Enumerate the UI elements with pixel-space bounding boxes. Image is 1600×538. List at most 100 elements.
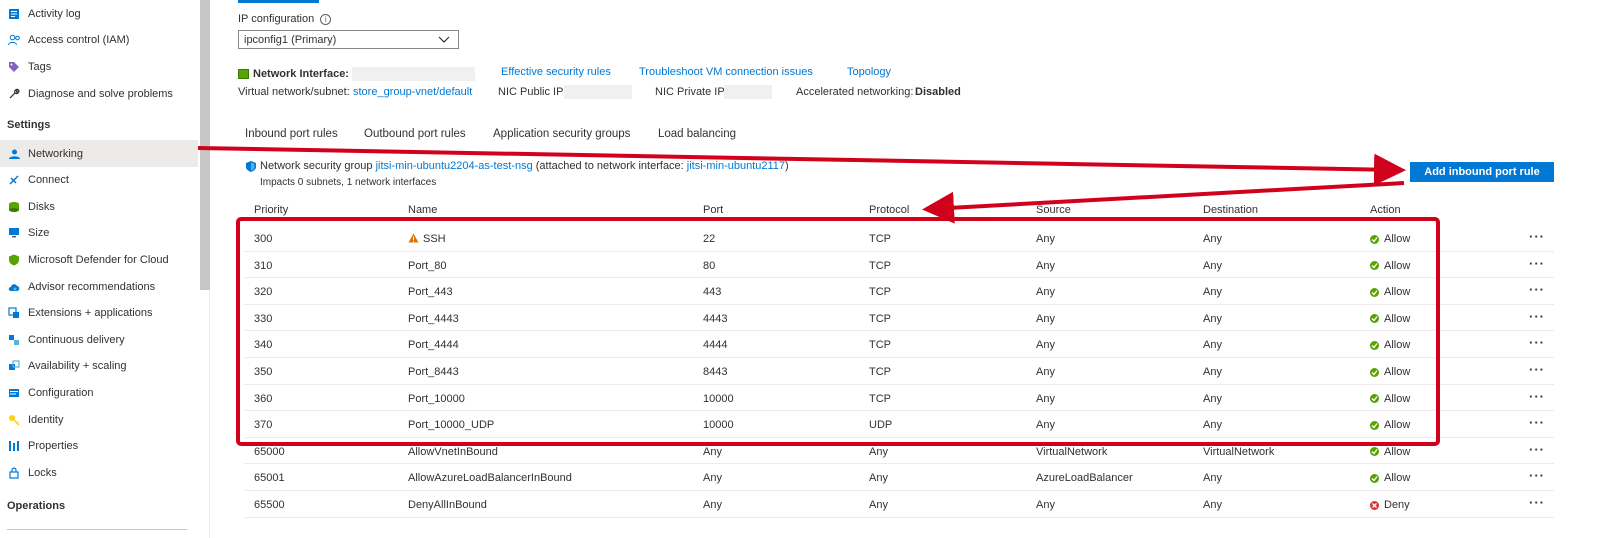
allow-check-icon — [1370, 340, 1379, 350]
cell-action-text: Deny — [1384, 499, 1410, 511]
sidebar-item-extensions-applications[interactable]: Extensions + applications — [0, 300, 198, 327]
sidebar-item-availability-scaling[interactable]: Availability + scaling — [0, 353, 198, 380]
table-row[interactable]: 350 Port_8443 8443 TCP Any Any Allow ··· — [244, 358, 1554, 385]
cell-action-text: Allow — [1384, 366, 1411, 378]
cell-port: Any — [703, 499, 722, 511]
table-row[interactable]: 65000 AllowVnetInBound Any Any VirtualNetwor… — [244, 438, 1554, 465]
cell-destination-text: Any — [1203, 339, 1222, 352]
lock-icon — [7, 466, 21, 480]
sidebar-item-diagnose-and-solve-problems[interactable]: Diagnose and solve problems — [0, 80, 198, 107]
more-options-icon[interactable]: ··· — [1529, 362, 1545, 377]
sidebar-item-tags[interactable]: Tags — [0, 53, 198, 80]
table-row[interactable]: 360 Port_10000 10000 TCP Any Any Allow ··· — [244, 385, 1554, 412]
table-row[interactable]: 300 SSH 22 TCP Any Any Allow ··· — [244, 225, 1554, 252]
header-protocol[interactable]: Protocol — [869, 204, 909, 216]
cell-source: Any — [1036, 339, 1055, 351]
nsg-link[interactable]: jitsi-min-ubuntu2204-as-test-nsg — [376, 160, 533, 172]
cell-protocol-text: TCP — [869, 286, 891, 299]
allow-check-icon — [1370, 261, 1379, 271]
more-options-icon[interactable]: ··· — [1529, 442, 1545, 457]
cell-destination-text: VirtualNetwork — [1203, 445, 1275, 458]
more-options-icon[interactable]: ··· — [1529, 415, 1545, 430]
header-name[interactable]: Name — [408, 204, 437, 216]
tab-outbound-port-rules[interactable]: Outbound port rules — [364, 128, 466, 140]
cell-protocol: UDP — [869, 419, 892, 431]
nic-link[interactable]: jitsi-min-ubuntu2117 — [687, 160, 785, 172]
sidebar-item-identity[interactable]: Identity — [0, 406, 198, 433]
cell-source-text: Any — [1036, 286, 1055, 299]
cell-protocol: TCP — [869, 339, 891, 351]
sidebar-item-advisor-recommendations[interactable]: Advisor recommendations — [0, 273, 198, 300]
wrench-icon — [7, 87, 21, 101]
sidebar-item-access-control-iam[interactable]: Access control (IAM) — [0, 27, 198, 54]
accelerated-networking-value: Disabled — [915, 86, 961, 98]
header-source[interactable]: Source — [1036, 204, 1071, 216]
cell-source-text: Any — [1036, 499, 1055, 511]
vnet-link[interactable]: store_group-vnet/default — [353, 86, 472, 98]
warning-icon — [408, 233, 419, 246]
allow-check-icon — [1370, 234, 1379, 244]
cell-name: AllowAzureLoadBalancerInBound — [408, 472, 572, 484]
header-action[interactable]: Action — [1370, 204, 1401, 216]
sidebar-item-activity-log[interactable]: Activity log — [0, 0, 198, 27]
more-options-icon[interactable]: ··· — [1529, 389, 1545, 404]
sidebar-item-connect[interactable]: Connect — [0, 167, 198, 194]
effective-security-rules-link[interactable]: Effective security rules — [501, 66, 611, 78]
cell-destination: Any — [1203, 313, 1222, 325]
more-options-icon[interactable]: ··· — [1529, 468, 1545, 483]
table-row[interactable]: 330 Port_4443 4443 TCP Any Any Allow ··· — [244, 305, 1554, 332]
topology-link[interactable]: Topology — [847, 66, 891, 78]
ip-configuration-dropdown[interactable]: ipconfig1 (Primary) — [238, 30, 459, 49]
cell-source: Any — [1036, 233, 1055, 245]
cell-protocol: Any — [869, 499, 888, 511]
header-priority[interactable]: Priority — [254, 204, 288, 216]
cell-priority: 65500 — [254, 499, 285, 511]
tab-application-security-groups[interactable]: Application security groups — [493, 128, 630, 140]
cell-action: Allow — [1370, 313, 1410, 325]
sidebar-item-locks[interactable]: Locks — [0, 459, 198, 486]
more-options-icon[interactable]: ··· — [1529, 309, 1545, 324]
tab-inbound-port-rules[interactable]: Inbound port rules — [245, 128, 338, 140]
sidebar-item-continuous-delivery[interactable]: Continuous delivery — [0, 326, 198, 353]
cell-source-text: Any — [1036, 339, 1055, 352]
sidebar-item-disks[interactable]: Disks — [0, 193, 198, 220]
operations-heading: Operations — [7, 500, 66, 512]
sidebar-item-label: Microsoft Defender for Cloud — [28, 253, 169, 266]
cell-port-text: 4444 — [703, 339, 728, 352]
table-row[interactable]: 65001 AllowAzureLoadBalancerInBound Any Any… — [244, 464, 1554, 491]
table-row[interactable]: 370 Port_10000_UDP 10000 UDP Any Any Allow ··· — [244, 411, 1554, 438]
more-options-icon[interactable]: ··· — [1529, 229, 1545, 244]
more-options-icon[interactable]: ··· — [1529, 495, 1545, 510]
info-icon[interactable]: i — [320, 13, 332, 25]
more-options-icon[interactable]: ··· — [1529, 256, 1545, 271]
sidebar-item-microsoft-defender-for-cloud[interactable]: Microsoft Defender for Cloud — [0, 246, 198, 273]
table-row[interactable]: 65500 DenyAllInBound Any Any Any Any Deny ··· — [244, 491, 1554, 518]
cell-priority-text: 320 — [254, 286, 273, 299]
table-row[interactable]: 340 Port_4444 4444 TCP Any Any Allow ··· — [244, 331, 1554, 358]
allow-check-icon — [1370, 447, 1379, 457]
sidebar-scrollbar[interactable] — [200, 0, 210, 290]
sidebar-item-size[interactable]: Size — [0, 220, 198, 247]
more-options-icon[interactable]: ··· — [1529, 335, 1545, 350]
sidebar-item-configuration[interactable]: Configuration — [0, 379, 198, 406]
cell-destination: Any — [1203, 419, 1222, 431]
add-inbound-port-rule-button[interactable]: Add inbound port rule — [1410, 162, 1554, 182]
table-row[interactable]: 310 Port_80 80 TCP Any Any Allow ··· — [244, 252, 1554, 279]
troubleshoot-link[interactable]: Troubleshoot VM connection issues — [639, 66, 813, 78]
cell-protocol: Any — [869, 472, 888, 484]
cell-port-text: 10000 — [703, 419, 734, 432]
cell-protocol-text: UDP — [869, 419, 893, 432]
cell-action: Deny — [1370, 499, 1410, 511]
header-destination[interactable]: Destination — [1203, 204, 1258, 216]
cell-protocol: TCP — [869, 233, 891, 245]
cell-destination-text: Any — [1203, 312, 1222, 325]
sidebar-item-properties[interactable]: Properties — [0, 433, 198, 460]
header-port[interactable]: Port — [703, 204, 723, 216]
cell-name-text: Port_8443 — [408, 366, 459, 378]
sidebar-item-label: Locks — [28, 466, 57, 479]
ip-configuration-value: ipconfig1 (Primary) — [244, 33, 337, 46]
sidebar-item-networking[interactable]: Networking — [0, 140, 198, 167]
tab-load-balancing[interactable]: Load balancing — [658, 128, 736, 140]
table-row[interactable]: 320 Port_443 443 TCP Any Any Allow ··· — [244, 278, 1554, 305]
more-options-icon[interactable]: ··· — [1529, 282, 1545, 297]
